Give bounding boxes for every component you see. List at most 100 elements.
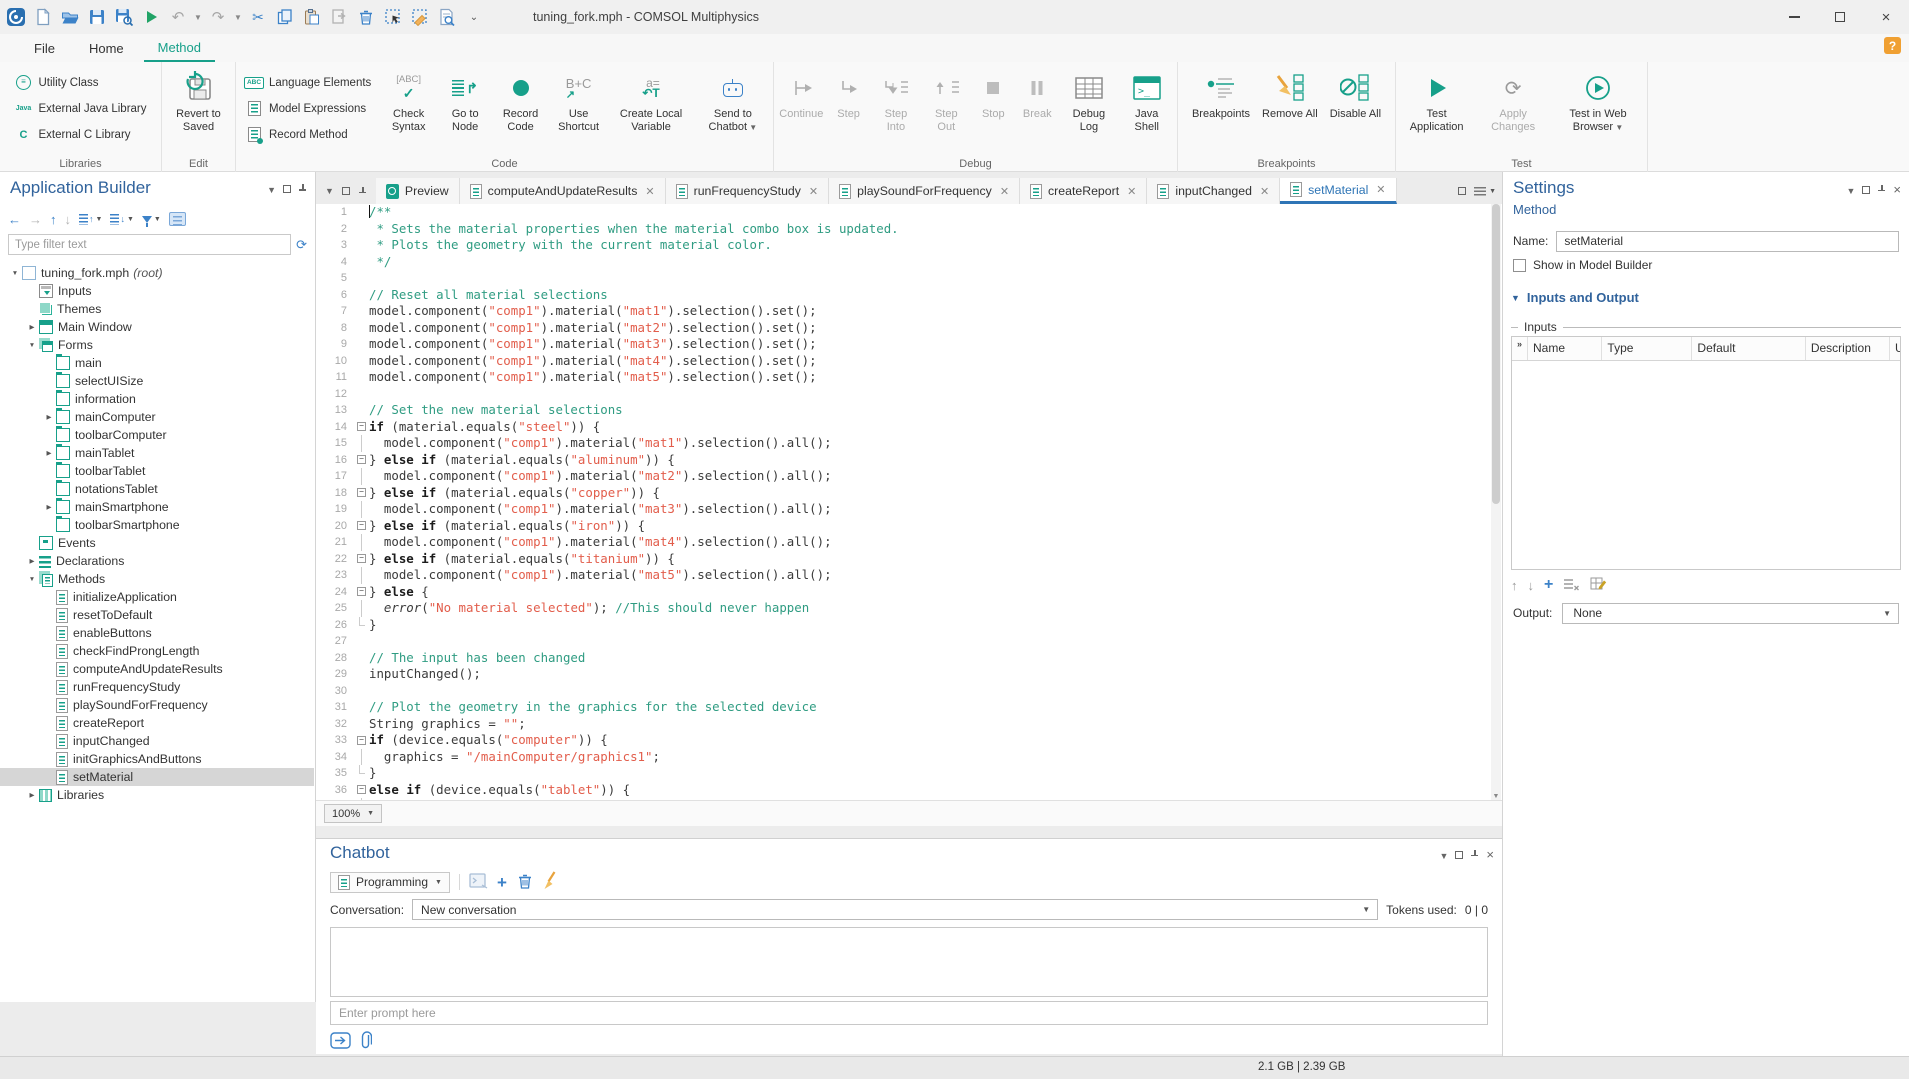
chatbot-pin-icon[interactable] xyxy=(1470,848,1479,862)
tabstrip-pin-icon[interactable] xyxy=(358,187,367,196)
tree-item-information[interactable]: information xyxy=(0,390,314,408)
chatbot-mode-button[interactable]: Programming ▼ xyxy=(330,872,450,893)
code-line-34[interactable]: 34 graphics = "/mainComputer/graphics1"; xyxy=(316,749,1502,766)
tree-item-main[interactable]: main xyxy=(0,354,314,372)
tabstrip-restore-icon[interactable] xyxy=(1458,187,1466,195)
add-icon[interactable]: + xyxy=(1544,577,1553,593)
code-line-8[interactable]: 8model.component("comp1").material("mat2… xyxy=(316,320,1502,337)
code-line-2[interactable]: 2 * Sets the material properties when th… xyxy=(316,221,1502,238)
code-line-30[interactable]: 30 xyxy=(316,683,1502,700)
tree-item-methods[interactable]: ▼Methods xyxy=(0,570,314,588)
code-line-3[interactable]: 3 * Plots the geometry with the current … xyxy=(316,237,1502,254)
maximize-button[interactable] xyxy=(1817,0,1863,34)
tree-item-themes[interactable]: Themes xyxy=(0,300,314,318)
inputs-table[interactable]: »NameTypeDefaultDescriptionUnits xyxy=(1511,336,1901,570)
chatbot-close-icon[interactable]: × xyxy=(1486,847,1494,862)
move-up-icon[interactable]: ↑ xyxy=(50,213,57,226)
minimize-button[interactable] xyxy=(1771,0,1817,34)
editor-tab-inputchanged[interactable]: inputChanged✕ xyxy=(1147,178,1280,204)
find-icon[interactable] xyxy=(435,4,459,30)
output-select[interactable]: None ▼ xyxy=(1562,603,1899,624)
redo-icon[interactable]: ↷ xyxy=(206,4,230,30)
code-line-18[interactable]: 18−} else if (material.equals("copper"))… xyxy=(316,485,1502,502)
send-to-chatbot-button[interactable]: Send to Chatbot ▼ xyxy=(696,64,770,133)
disable-all-button[interactable]: Disable All xyxy=(1325,64,1386,121)
code-line-31[interactable]: 31// Plot the geometry in the graphics f… xyxy=(316,699,1502,716)
fold-collapse-icon[interactable]: − xyxy=(357,521,366,530)
code-line-13[interactable]: 13// Set the new material selections xyxy=(316,402,1502,419)
paste-icon[interactable] xyxy=(300,4,324,30)
settings-close-icon[interactable]: × xyxy=(1893,182,1901,197)
method-name-input[interactable] xyxy=(1556,231,1899,252)
tree-item-initgraphicsandbuttons[interactable]: initGraphicsAndButtons xyxy=(0,750,314,768)
run-application-icon[interactable] xyxy=(139,4,163,30)
code-line-25[interactable]: 25 error("No material selected"); //This… xyxy=(316,600,1502,617)
tree-item-events[interactable]: Events xyxy=(0,534,314,552)
tree-item-inputs[interactable]: Inputs xyxy=(0,282,314,300)
collapse-menu-icon[interactable]: ↓▼ xyxy=(110,214,133,225)
tabstrip-tab-list-icon[interactable]: ▼ xyxy=(325,186,334,196)
tree-item-enablebuttons[interactable]: enableButtons xyxy=(0,624,314,642)
close-button[interactable]: × xyxy=(1863,0,1909,34)
refresh-icon[interactable]: ⟳ xyxy=(296,238,307,251)
undo-dropdown-icon[interactable]: ▼ xyxy=(193,4,203,30)
app-builder-pin-icon[interactable] xyxy=(298,182,307,196)
fold-collapse-icon[interactable]: − xyxy=(357,554,366,563)
toolbar-options-icon[interactable]: ⌄ xyxy=(462,4,486,30)
code-line-15[interactable]: 15 model.component("comp1").material("ma… xyxy=(316,435,1502,452)
collapse-icon[interactable]: ▼ xyxy=(8,270,22,277)
fold-collapse-icon[interactable]: − xyxy=(357,422,366,431)
tree-item-libraries[interactable]: ▶Libraries xyxy=(0,786,314,804)
expand-icon[interactable]: ▶ xyxy=(42,413,56,421)
expand-icon[interactable]: ▶ xyxy=(25,791,39,799)
tree-item-inputchanged[interactable]: inputChanged xyxy=(0,732,314,750)
collapse-icon[interactable]: ▼ xyxy=(25,342,39,349)
tree-item-checkfindpronglength[interactable]: checkFindProngLength xyxy=(0,642,314,660)
close-tab-icon[interactable]: ✕ xyxy=(809,185,818,198)
debug-log-button[interactable]: Debug Log xyxy=(1060,64,1117,133)
expand-icon[interactable]: ▶ xyxy=(42,503,56,511)
editor-zoom-control[interactable]: 100% ▼ xyxy=(324,804,382,823)
code-editor[interactable]: 1/**2 * Sets the material properties whe… xyxy=(316,204,1502,800)
remove-all-button[interactable]: Remove All xyxy=(1257,64,1323,121)
settings-collapse-icon[interactable]: ▼ xyxy=(1846,183,1855,197)
collapse-icon[interactable]: ▼ xyxy=(25,576,39,583)
tree-item-declarations[interactable]: ▶Declarations xyxy=(0,552,314,570)
ribbon-tab-home[interactable]: Home xyxy=(75,34,138,62)
settings-float-icon[interactable] xyxy=(1862,183,1870,197)
ribbon-tab-method[interactable]: Method xyxy=(144,34,215,62)
help-icon[interactable]: ? xyxy=(1884,37,1901,54)
close-tab-icon[interactable]: ✕ xyxy=(1260,185,1269,198)
record-code-button[interactable]: Record Code xyxy=(492,64,548,133)
expand-menu-icon[interactable]: ↑▼ xyxy=(79,214,102,225)
conversation-select[interactable]: New conversation ▼ xyxy=(412,899,1378,920)
undo-icon[interactable]: ↶ xyxy=(166,4,190,30)
chatbot-prompt-input[interactable] xyxy=(330,1001,1488,1025)
editor-tab-setmaterial[interactable]: setMaterial✕ xyxy=(1280,178,1396,204)
close-tab-icon[interactable]: ✕ xyxy=(645,185,654,198)
tree-item-createreport[interactable]: createReport xyxy=(0,714,314,732)
expand-icon[interactable]: ▶ xyxy=(25,557,39,565)
editor-scrollbar[interactable]: ▼ xyxy=(1491,204,1501,800)
external-c-library-button[interactable]: CExternal C Library xyxy=(8,122,152,147)
go-to-node-button[interactable]: ↱Go to Node xyxy=(440,64,490,133)
code-line-21[interactable]: 21 model.component("comp1").material("ma… xyxy=(316,534,1502,551)
code-line-12[interactable]: 12 xyxy=(316,386,1502,403)
fold-collapse-icon[interactable]: − xyxy=(357,785,366,794)
tree-item-playsoundforfrequency[interactable]: playSoundForFrequency xyxy=(0,696,314,714)
ribbon-tab-file[interactable]: File xyxy=(20,34,69,62)
code-line-33[interactable]: 33−if (device.equals("computer")) { xyxy=(316,732,1502,749)
show-in-editor-icon[interactable] xyxy=(169,212,186,226)
open-file-icon[interactable] xyxy=(58,4,82,30)
code-line-7[interactable]: 7model.component("comp1").material("mat1… xyxy=(316,303,1502,320)
code-line-4[interactable]: 4 */ xyxy=(316,254,1502,271)
delete-icon[interactable] xyxy=(354,4,378,30)
revert-to-saved-button[interactable]: Revert to Saved xyxy=(165,64,232,133)
scrollbar-down-arrow[interactable]: ▼ xyxy=(1491,793,1501,800)
select-box-icon[interactable] xyxy=(381,4,405,30)
create-local-variable-button[interactable]: a=↶TCreate Local Variable xyxy=(608,64,693,133)
editor-tab-createreport[interactable]: createReport✕ xyxy=(1020,178,1147,204)
tree-item-tuning-fork-mph[interactable]: ▼tuning_fork.mph(root) xyxy=(0,264,314,282)
record-method-button[interactable]: Record Method xyxy=(239,122,377,147)
filter-menu-icon[interactable]: ▼ xyxy=(142,216,161,223)
